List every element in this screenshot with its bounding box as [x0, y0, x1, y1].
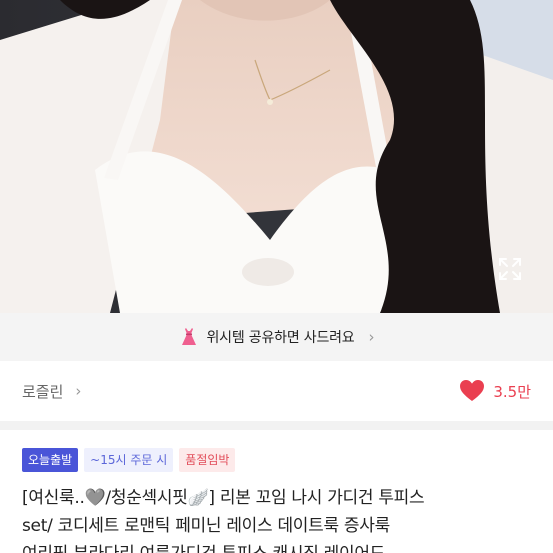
wish-banner-text: 위시템 공유하면 사드려요 [206, 330, 355, 346]
seller-name: 로즐린 [22, 382, 64, 401]
heart-icon [460, 380, 485, 401]
like-count: 3.5만 [493, 382, 531, 401]
dress-icon [181, 328, 196, 345]
badge-low-stock: 품절임박 [179, 448, 236, 472]
product-photo [0, 0, 553, 313]
badge-row: 오늘출발 ~15시 주문 시 품절임박 [22, 448, 236, 472]
expand-arrows-icon[interactable] [497, 256, 523, 282]
product-title-line: [여신룩..🩶/청순섹시핏🪽] 리본 꼬임 나시 가디건 투피스 [22, 488, 425, 508]
like-button[interactable]: 3.5만 [459, 379, 531, 403]
product-title: [여신룩..🩶/청순섹시핏🪽] 리본 꼬임 나시 가디건 투피스 set/ 코디… [22, 484, 542, 553]
badge-today-shipping: 오늘출발 [22, 448, 79, 472]
seller-row: 로즐린 › 3.5만 [0, 361, 553, 421]
seller-link[interactable]: 로즐린 › [22, 381, 81, 402]
section-divider [0, 421, 553, 430]
product-photo-illustration [0, 0, 553, 313]
wish-share-banner[interactable]: 위시템 공유하면 사드려요 › [0, 313, 553, 361]
chevron-right-icon: › [368, 328, 375, 346]
product-title-line: 여리핏 부라다리 여름가디건 투피스 캐시직 레이어드 [22, 540, 542, 553]
chevron-right-icon: › [75, 382, 82, 400]
product-title-line: set/ 코디세트 로맨틱 페미닌 레이스 데이트룩 증사룩 [22, 516, 390, 536]
badge-order-cutoff: ~15시 주문 시 [84, 448, 174, 472]
